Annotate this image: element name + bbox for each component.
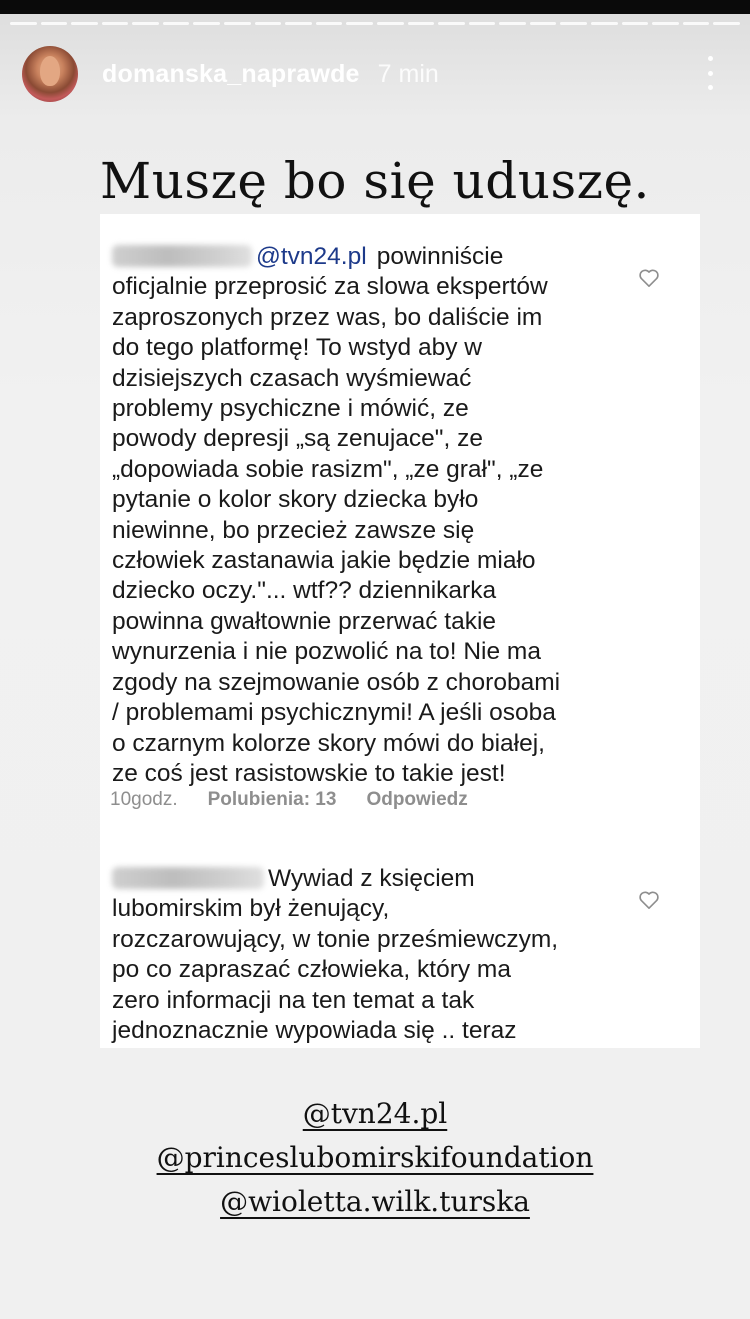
comment-line: dzisiejszych czasach wyśmiewać (112, 364, 472, 392)
comment-1: @tvn24.pl powinniście oficjalnie przepros… (112, 242, 632, 789)
status-bar-shade (0, 0, 750, 14)
comment-line: dziecko oczy."... wtf?? dziennikarka (112, 577, 497, 605)
progress-segment (590, 22, 618, 25)
mention-tag-foundation[interactable]: @princeslubomirskifoundation (157, 1141, 594, 1174)
progress-segment (101, 22, 129, 25)
username[interactable]: domanska_naprawde (102, 60, 360, 89)
comment-1-meta: 10godz. Polubienia: 13 Odpowiedz (110, 789, 498, 811)
progress-segment (315, 22, 343, 25)
comment-likes: Polubienia: 13 (207, 789, 337, 810)
progress-segment (529, 22, 557, 25)
story-time: 7 min (377, 59, 439, 88)
comment-line: rozczarowujący, w tonie prześmiewczym, (112, 925, 559, 953)
comment-line: powinna gwałtownie przerwać takie (112, 607, 497, 635)
progress-segment (71, 22, 98, 25)
progress-segment (407, 22, 435, 25)
comment-line: po co zapraszać człowieka, który ma (112, 956, 511, 984)
progress-segment (132, 22, 159, 25)
comment-line: o czarnym kolorze skory mówi do białej, (112, 729, 545, 757)
story-headline: Muszę bo się uduszę. (100, 152, 650, 210)
progress-segment (224, 22, 251, 25)
comment-2: Wywiad z księciem lubomirskim był żenują… (112, 864, 632, 1046)
comment-screenshot: @tvn24.pl powinniście oficjalnie przepros… (100, 214, 700, 1048)
blurred-username (112, 245, 252, 267)
progress-segment (560, 22, 587, 25)
comment-1-first-line: powinniście (376, 243, 504, 270)
comment-line: lubomirskim był żenujący, (112, 895, 390, 923)
comment-1-body: oficjalnie przeprosić za slowa ekspertów… (112, 272, 632, 789)
progress-segment (193, 22, 221, 25)
reply-link: Odpowiedz (366, 789, 468, 810)
mention-tags: @tvn24.pl @princeslubomirskifoundation @… (0, 1092, 750, 1224)
comment-line: jednoznacznie wypowiada się .. teraz (112, 1017, 517, 1045)
progress-segment (682, 22, 710, 25)
progress-segment (10, 22, 37, 25)
comment-line: zgody na szejmowanie osób z chorobami (112, 668, 561, 696)
comment-mention: @tvn24.pl (256, 243, 367, 270)
comment-time: 10godz. (110, 789, 178, 810)
comment-1-line-0: @tvn24.pl powinniście (112, 242, 632, 272)
comment-line: wynurzenia i nie pozwolić na to! Nie ma (112, 638, 541, 666)
progress-segment (468, 22, 496, 25)
avatar[interactable] (22, 46, 78, 102)
progress-segment (499, 22, 526, 25)
story-progress-bar (10, 22, 740, 25)
comment-2-first-line: Wywiad z księciem (268, 865, 475, 892)
comment-line: pytanie o kolor skory dziecka było (112, 486, 479, 514)
comment-line: „dopowiada sobie rasizm", „ze grał", „ze (112, 455, 544, 483)
story-header: domanska_naprawde 7 min (22, 46, 728, 102)
progress-segment (621, 22, 649, 25)
comment-2-body: lubomirskim był żenujący, rozczarowujący,… (112, 894, 632, 1046)
progress-segment (346, 22, 373, 25)
comment-line: / problemami psychicznymi! A jeśli osoba (112, 699, 556, 727)
mention-tag-tvn24[interactable]: @tvn24.pl (303, 1097, 448, 1130)
progress-segment (285, 22, 312, 25)
progress-segment (438, 22, 465, 25)
heart-icon (639, 269, 659, 287)
progress-segment (713, 22, 740, 25)
blurred-username (112, 867, 264, 889)
comment-line: człowiek zastanawia jakie będzie miało (112, 547, 536, 575)
progress-segment (40, 22, 68, 25)
comment-line: powody depresji „są zenujace", ze (112, 425, 483, 453)
comment-line: niewinne, bo przecież zawsze się (112, 516, 475, 544)
comment-line: zaproszonych przez was, bo daliście im (112, 303, 543, 331)
comment-2-line-0: Wywiad z księciem (112, 864, 632, 894)
progress-segment (376, 22, 404, 25)
comment-line: problemy psychiczne i mówić, ze (112, 395, 469, 423)
comment-line: do tego platformę! To wstyd aby w (112, 334, 482, 362)
heart-icon (639, 891, 659, 909)
progress-segment (254, 22, 282, 25)
mention-tag-wioletta[interactable]: @wioletta.wilk.turska (220, 1185, 530, 1218)
more-vertical-icon[interactable] (706, 56, 714, 90)
comment-line: zero informacji na ten temat a tak (112, 986, 475, 1014)
comment-line: ze coś jest rasistowskie to takie jest! (112, 759, 506, 787)
progress-segment (162, 22, 190, 25)
progress-segment (652, 22, 679, 25)
comment-line: oficjalnie przeprosić za slowa ekspertów (112, 273, 548, 301)
